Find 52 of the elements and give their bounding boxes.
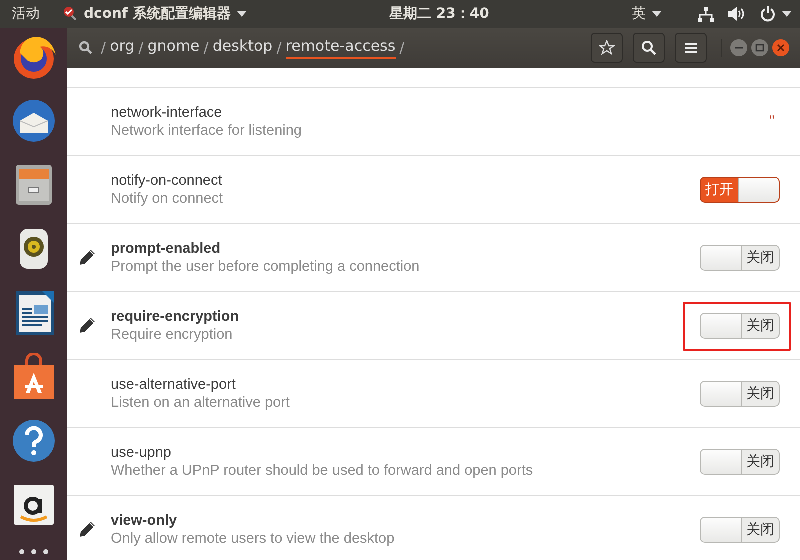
path-separator: / — [398, 39, 406, 57]
path-segment[interactable]: gnome — [148, 37, 200, 59]
key-value: '' — [769, 113, 775, 130]
show-apps-icon[interactable] — [18, 549, 48, 555]
path-segment[interactable]: desktop — [212, 37, 273, 59]
key-description: Notify on connect — [111, 190, 224, 206]
app-icon — [62, 6, 78, 22]
key-name: notify-on-connect — [111, 172, 224, 188]
power-icon[interactable] — [760, 6, 776, 22]
key-name: network-interface — [111, 104, 224, 120]
search-icon — [641, 40, 657, 56]
key-name: require-encryption — [111, 308, 240, 324]
key-name: view-only — [111, 512, 178, 528]
minimize-button[interactable] — [730, 39, 748, 57]
path-segment[interactable]: remote-access — [286, 37, 396, 59]
path-separator: / — [276, 39, 283, 57]
key-name: prompt-enabled — [111, 240, 222, 256]
toggle-switch[interactable]: 关闭 — [700, 244, 780, 270]
path-separator: / — [138, 39, 145, 57]
toggle-switch[interactable]: 关闭 — [700, 380, 780, 406]
path-separator: / — [100, 39, 108, 57]
search-icon — [79, 41, 93, 55]
clock[interactable]: 星期二 23：40 — [390, 5, 490, 23]
key-name: use-upnp — [111, 444, 172, 460]
activities-button[interactable]: 活动 — [12, 5, 40, 23]
network-icon[interactable] — [698, 6, 714, 22]
toggle-switch[interactable]: 打开 — [700, 176, 780, 202]
key-description: Network interface for listening — [111, 122, 303, 138]
path-segment[interactable]: org — [110, 37, 135, 59]
menu-icon — [685, 42, 697, 54]
path-separator: / — [202, 39, 210, 57]
key-description: Prompt the user before completing a connection — [111, 258, 421, 274]
dropdown-caret-icon — [782, 11, 792, 17]
toggle-switch[interactable]: 关闭 — [700, 448, 780, 474]
maximize-button[interactable] — [751, 39, 769, 57]
key-description: Whether a UPnP router should be used to forward and open ports — [111, 462, 534, 478]
star-icon — [599, 40, 615, 56]
dropdown-caret-icon — [652, 11, 662, 17]
search-button[interactable] — [633, 33, 665, 63]
app-menu[interactable]: dconf 系统配置编辑器 — [84, 5, 231, 23]
dropdown-caret-icon — [236, 11, 247, 17]
menu-button[interactable] — [675, 33, 707, 63]
toggle-switch[interactable]: 关闭 — [700, 516, 780, 542]
key-name: use-alternative-port — [111, 376, 237, 392]
input-method-indicator[interactable]: 英 — [632, 5, 646, 23]
close-button[interactable] — [772, 39, 790, 57]
key-description: Require encryption — [111, 326, 234, 342]
bookmark-button[interactable] — [591, 33, 623, 63]
volume-icon[interactable] — [728, 7, 746, 21]
key-description: Only allow remote users to view the desktop — [111, 530, 396, 546]
key-description: Listen on an alternative port — [111, 394, 291, 410]
toggle-switch[interactable]: 关闭 — [700, 312, 780, 338]
